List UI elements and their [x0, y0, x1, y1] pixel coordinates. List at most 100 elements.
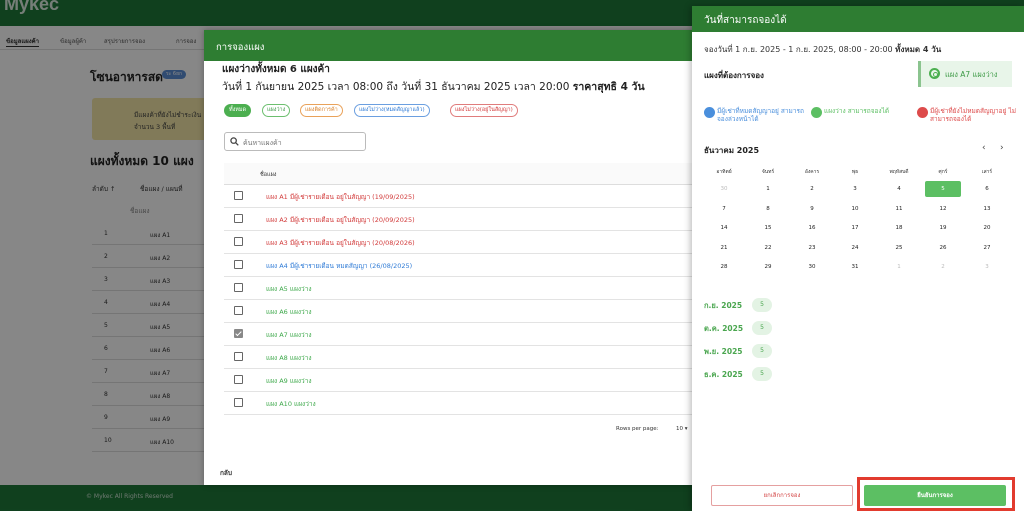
- calendar-day[interactable]: 28: [704, 259, 744, 275]
- table-row[interactable]: แผง A1 มีผู้เช่ารายเดือน อยู่ในสัญญา (19…: [224, 185, 724, 208]
- row-label: แผง A4 มีผู้เช่ารายเดือน หมดสัญญา (26/08…: [266, 262, 413, 270]
- calendar-day: 1: [897, 264, 901, 270]
- calendar-day[interactable]: 22: [748, 240, 788, 256]
- weekday-label: อังคาร: [804, 169, 820, 175]
- row-label: แผง A8 แผงว่าง: [266, 354, 312, 362]
- row-checkbox[interactable]: [234, 352, 243, 361]
- legend-dot: [917, 107, 928, 118]
- filter-chip[interactable]: แผงติดการค้า: [300, 104, 343, 117]
- row-checkbox[interactable]: [234, 283, 243, 292]
- legend-text: แผงว่าง สามารถจองได้: [824, 107, 890, 115]
- calendar-day: 30: [720, 186, 728, 192]
- calendar-day: 2: [941, 264, 945, 270]
- availability-panel: วันที่สามารถจองได้ จองวันที่ 1 ก.ย. 2025…: [692, 6, 1024, 511]
- panel-title: วันที่สามารถจองได้: [704, 15, 787, 26]
- col-stall-name: ชื่อแผง: [260, 172, 277, 178]
- row-checkbox[interactable]: [234, 375, 243, 384]
- calendar-day[interactable]: 27: [967, 240, 1007, 256]
- month-summary-count: 5: [752, 298, 772, 312]
- calendar-day[interactable]: 20: [967, 220, 1007, 236]
- calendar-day[interactable]: 11: [879, 201, 919, 217]
- month-summary-count: 5: [752, 321, 772, 335]
- stall-label: แผงที่ต้องการจอง: [704, 71, 764, 80]
- row-checkbox[interactable]: [234, 306, 243, 315]
- table-row[interactable]: แผง A8 แผงว่าง: [224, 346, 724, 369]
- calendar-day[interactable]: 6: [967, 181, 1007, 197]
- table-row[interactable]: แผง A9 แผงว่าง: [224, 369, 724, 392]
- filter-chip[interactable]: แผงไม่ว่าง(อยู่ในสัญญา): [450, 104, 518, 117]
- row-checkbox[interactable]: [234, 329, 243, 338]
- back-button[interactable]: กลับ: [220, 468, 232, 478]
- table-row[interactable]: แผง A2 มีผู้เช่ารายเดือน อยู่ในสัญญา (20…: [224, 208, 724, 231]
- calendar-day[interactable]: 26: [923, 240, 963, 256]
- modal-header: การจองแผง: [204, 30, 724, 61]
- calendar-day[interactable]: 14: [704, 220, 744, 236]
- row-checkbox[interactable]: [234, 191, 243, 200]
- calendar-day[interactable]: 29: [748, 259, 788, 275]
- calendar-day[interactable]: 7: [704, 201, 744, 217]
- table-row[interactable]: แผง A7 แผงว่าง: [224, 323, 724, 346]
- month-summary-count: 5: [752, 367, 772, 381]
- table-row[interactable]: แผง A4 มีผู้เช่ารายเดือน หมดสัญญา (26/08…: [224, 254, 724, 277]
- row-label: แผง A6 แผงว่าง: [266, 308, 312, 316]
- table-row[interactable]: แผง A5 แผงว่าง: [224, 277, 724, 300]
- weekday-label: จันทร์: [761, 169, 775, 175]
- target-icon: [929, 68, 940, 79]
- row-label: แผง A7 แผงว่าง: [266, 331, 312, 339]
- calendar-day[interactable]: 23: [792, 240, 832, 256]
- row-checkbox[interactable]: [234, 398, 243, 407]
- rows-per-page-select[interactable]: 10 ▾: [676, 426, 688, 432]
- calendar-day[interactable]: 24: [835, 240, 875, 256]
- stall-search-input[interactable]: ค้นหาแผงค้า: [224, 132, 366, 151]
- confirm-highlight-box: [857, 477, 1015, 511]
- table-row[interactable]: แผง A10 แผงว่าง: [224, 392, 724, 415]
- filter-chip[interactable]: แผงไม่ว่าง(หมดสัญญาแล้ว): [354, 104, 430, 117]
- calendar-day[interactable]: 12: [923, 201, 963, 217]
- calendar-day[interactable]: 2: [792, 181, 832, 197]
- net-price-text: ราคาสุทธิ 4 วัน: [572, 81, 645, 93]
- selected-stall-chip: แผง A7 แผงว่าง: [918, 61, 1012, 87]
- calendar-day[interactable]: 9: [792, 201, 832, 217]
- row-checkbox[interactable]: [234, 237, 243, 246]
- booking-period-summary: วันที่ 1 กันยายน 2025 เวลา 08:00 ถึง วัน…: [222, 78, 645, 95]
- month-summary-label: ต.ค. 2025: [704, 324, 744, 333]
- filter-chip[interactable]: ทั้งหมด: [224, 104, 252, 117]
- search-placeholder: ค้นหาแผงค้า: [243, 139, 282, 147]
- month-summary-label: ธ.ค. 2025: [704, 370, 743, 379]
- calendar-day[interactable]: 31: [835, 259, 875, 275]
- calendar-day[interactable]: 19: [923, 220, 963, 236]
- row-label: แผง A10 แผงว่าง: [266, 400, 316, 408]
- row-checkbox[interactable]: [234, 214, 243, 223]
- calendar-day[interactable]: 30: [792, 259, 832, 275]
- filter-chip[interactable]: แผงว่าง: [262, 104, 291, 117]
- calendar-day[interactable]: 21: [704, 240, 744, 256]
- row-label: แผง A3 มีผู้เช่ารายเดือน อยู่ในสัญญา (20…: [266, 239, 415, 247]
- chevron-right-icon[interactable]: ›: [1000, 143, 1004, 153]
- calendar-day[interactable]: 13: [967, 201, 1007, 217]
- calendar-day[interactable]: 16: [792, 220, 832, 236]
- row-checkbox[interactable]: [234, 260, 243, 269]
- weekday-label: ศุกร์: [938, 169, 948, 175]
- calendar-month: ธันวาคม 2025: [704, 146, 760, 155]
- selected-stall-text: แผง A7 แผงว่าง: [945, 70, 998, 79]
- row-label: แผง A9 แผงว่าง: [266, 377, 312, 385]
- calendar-day[interactable]: 25: [879, 240, 919, 256]
- chevron-left-icon[interactable]: ‹: [982, 143, 986, 153]
- calendar-day[interactable]: 15: [748, 220, 788, 236]
- calendar-day[interactable]: 10: [835, 201, 875, 217]
- calendar-day: 3: [985, 264, 989, 270]
- calendar-day[interactable]: 1: [748, 181, 788, 197]
- table-row[interactable]: แผง A3 มีผู้เช่ารายเดือน อยู่ในสัญญา (20…: [224, 231, 724, 254]
- legend-text: มีผู้เช่าที่ยังไม่หมดสัญญาอยู่ ไม่สามารถ…: [930, 107, 1017, 123]
- month-summary-label: ก.ย. 2025: [704, 301, 743, 310]
- calendar-day[interactable]: 5: [925, 181, 961, 197]
- calendar-day[interactable]: 8: [748, 201, 788, 217]
- row-label: แผง A1 มีผู้เช่ารายเดือน อยู่ในสัญญา (19…: [266, 193, 415, 201]
- cancel-booking-button[interactable]: ยกเลิกการจอง: [711, 485, 853, 506]
- calendar-day[interactable]: 17: [835, 220, 875, 236]
- calendar-day[interactable]: 3: [835, 181, 875, 197]
- booking-range: จองวันที่ 1 ก.ย. 2025 - 1 ก.ย. 2025, 08:…: [704, 45, 893, 54]
- table-row[interactable]: แผง A6 แผงว่าง: [224, 300, 724, 323]
- calendar-day[interactable]: 18: [879, 220, 919, 236]
- calendar-day[interactable]: 4: [879, 181, 919, 197]
